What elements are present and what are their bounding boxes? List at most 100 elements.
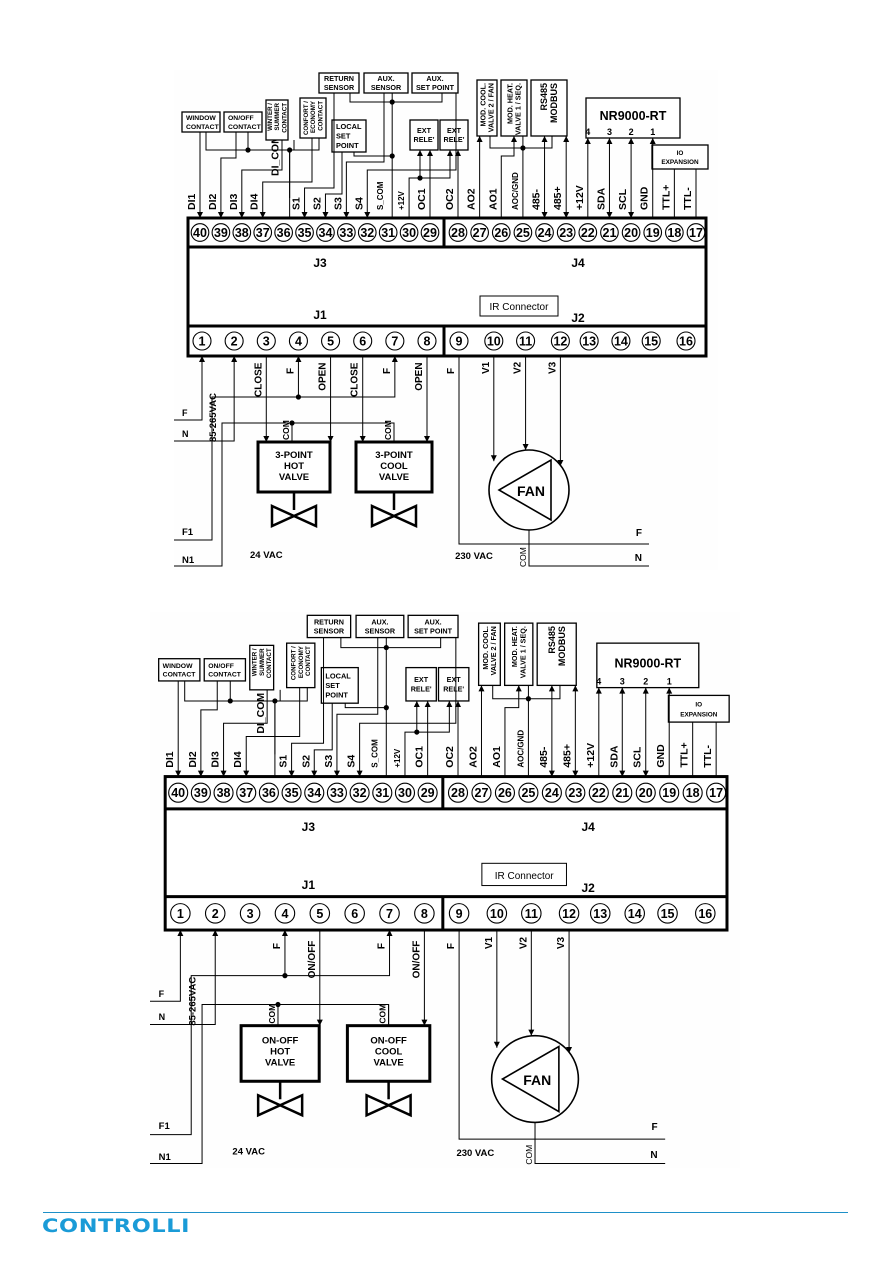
io-expansion-label: IO: [677, 150, 684, 157]
terminal-number-8: 8: [424, 335, 431, 349]
terminal-number-2: 2: [231, 335, 238, 349]
signal-label-di1: DI1: [186, 194, 198, 211]
mod-cool-valve-box-label: VALVE 2 / FAN: [487, 83, 496, 132]
terminal-number-35: 35: [285, 786, 299, 800]
signal-label-v2-t11: V2: [513, 361, 524, 374]
terminal-number-18: 18: [686, 786, 700, 800]
signal-label-di2: DI2: [187, 751, 199, 768]
window-contact-box-label: WINDOW: [163, 663, 193, 670]
arrow-up-icon: [515, 685, 522, 692]
fan-voltage-label: 230 VAC: [455, 551, 493, 562]
terminal-number-16: 16: [679, 335, 693, 349]
terminal-number-10: 10: [487, 335, 501, 349]
signal-label-485: 485-: [538, 746, 550, 768]
terminal-number-9: 9: [456, 335, 463, 349]
arrow-up-icon: [476, 136, 483, 142]
arrow-up-icon: [427, 150, 433, 156]
signal-label-oc1: OC1: [414, 746, 426, 768]
signal-label-onoff-t5: ON/OFF: [307, 941, 318, 979]
signal-label-open-t8: OPEN: [414, 362, 425, 390]
terminal-number-13: 13: [582, 335, 596, 349]
valve-com-label: COM: [281, 420, 291, 440]
valve-body-icon: [277, 1093, 304, 1118]
confort-economy-contact-box-label: CONFORT /: [291, 646, 298, 680]
arrow-up-icon: [666, 687, 673, 694]
signal-label-di1: DI1: [164, 751, 176, 768]
onoff-contact-box-label: CONTACT: [228, 124, 262, 131]
signal-label-scom: S_COM: [376, 181, 385, 210]
wire: [492, 685, 561, 700]
ir-connector-label: IR Connector: [490, 302, 550, 313]
junction-dot: [520, 145, 526, 151]
valve-actuator-label: COOL: [375, 1046, 403, 1057]
terminal-number-20: 20: [624, 226, 638, 240]
footer-brand-logo: CONTROLLI: [42, 1215, 191, 1237]
terminal-number-12: 12: [553, 335, 567, 349]
terminal-number-13: 13: [593, 907, 607, 921]
supply-line-label: F: [182, 408, 188, 418]
local-set-point-box-label: SET: [336, 132, 351, 141]
terminal-number-25: 25: [516, 226, 530, 240]
signal-label-close-t6: CLOSE: [350, 362, 361, 397]
io-expansion-label: EXPANSION: [680, 712, 718, 719]
terminal-number-11: 11: [519, 335, 532, 349]
signal-label-f-t4: F: [272, 943, 283, 949]
arrow-down-icon: [528, 1029, 535, 1036]
junction-dot: [525, 696, 532, 702]
signal-label-485: 485-: [531, 188, 543, 210]
signal-label-s3: S3: [323, 755, 335, 768]
signal-label-s4: S4: [353, 197, 365, 210]
rs485-modbus-box-label: RS485: [547, 626, 557, 654]
terminal-number-7: 7: [391, 335, 398, 349]
signal-label-ttl: TTL-: [702, 744, 714, 767]
arrow-up-icon: [628, 138, 635, 144]
arrow-down-icon: [522, 444, 529, 450]
signal-label-f-t4: F: [285, 368, 296, 374]
wire: [420, 150, 451, 179]
terminal-number-9: 9: [456, 907, 463, 921]
confort-economy-contact-box-label: ECONOMY: [310, 100, 317, 133]
io-expansion-label: EXPANSION: [661, 159, 699, 166]
valve-actuator-label: COOL: [380, 461, 408, 472]
connector-label-j2: J2: [581, 881, 595, 895]
fan-com-label: COM: [524, 1145, 534, 1165]
junction-dot: [389, 153, 395, 159]
arrow-down-icon: [490, 455, 497, 462]
junction-dot: [227, 698, 233, 704]
nr9000-rt-title: NR9000-RT: [614, 657, 681, 671]
signal-label-open-t5: OPEN: [318, 362, 329, 390]
terminal-number-15: 15: [644, 335, 658, 349]
signal-label-ao1: AO1: [491, 746, 503, 768]
terminal-number-8: 8: [421, 907, 428, 921]
valve-body-icon: [390, 504, 418, 528]
terminal-number-5: 5: [316, 907, 323, 921]
connector-label-j3: J3: [302, 820, 316, 834]
valve-actuator-label: 3-POINT: [375, 450, 413, 461]
signal-label-di4: DI4: [232, 751, 244, 768]
terminal-number-27: 27: [475, 786, 489, 800]
supply-voltage-label: 85-265VAC: [208, 393, 219, 442]
nr9000-pin-4: 4: [596, 676, 601, 686]
signal-label-f-t7: F: [377, 943, 388, 949]
signal-label-12v: +12V: [585, 743, 597, 768]
terminal-number-34: 34: [307, 786, 321, 800]
mod-cool-valve-box-label: VALVE 2 / FAN: [489, 626, 498, 675]
arrow-up-icon: [595, 687, 602, 694]
terminal-number-16: 16: [698, 907, 712, 921]
terminal-number-6: 6: [359, 335, 366, 349]
terminal-number-26: 26: [498, 786, 512, 800]
signal-label-dicom: DI_COM: [255, 693, 267, 734]
wire: [416, 700, 450, 733]
terminal-number-14: 14: [628, 907, 642, 921]
terminal-number-28: 28: [451, 226, 465, 240]
terminal-number-22: 22: [581, 226, 595, 240]
low-voltage-line-label: F1: [159, 1121, 171, 1132]
signal-label-s4: S4: [346, 755, 358, 768]
signal-label-di3: DI3: [210, 751, 222, 768]
terminal-number-3: 3: [247, 907, 254, 921]
connector-label-j1: J1: [313, 308, 327, 322]
aux-set-point-box-label: AUX.: [424, 617, 441, 626]
arrow-up-icon: [572, 685, 579, 692]
wire: [150, 930, 216, 1026]
terminal-number-26: 26: [494, 226, 508, 240]
